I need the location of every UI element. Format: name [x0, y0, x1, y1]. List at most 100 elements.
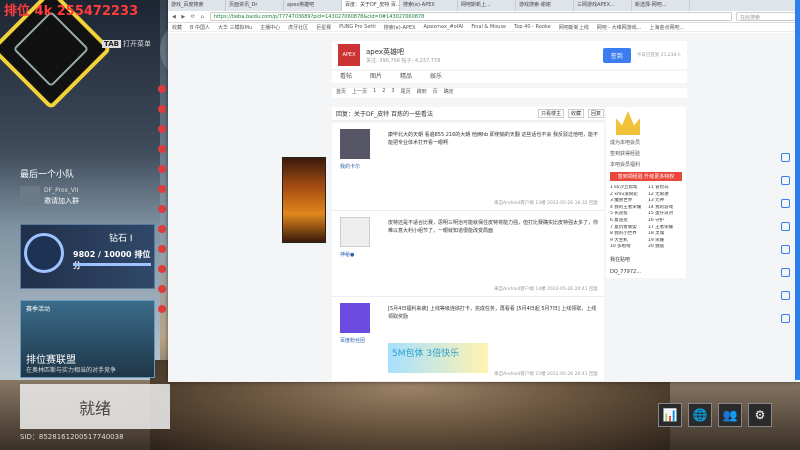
util-icon[interactable] [780, 245, 790, 254]
ranking-item[interactable]: 8 我的小世界 [610, 231, 644, 238]
bookmark-item[interactable]: B 中国人 [190, 24, 210, 31]
pager-item[interactable]: 确定 [444, 88, 454, 98]
browser-tab[interactable]: 新选择-网吧... [632, 0, 690, 11]
util-icon[interactable] [780, 291, 790, 300]
forum-tab[interactable]: 图片 [370, 71, 382, 83]
ranking-item[interactable]: 15 蛋仔派对 [648, 211, 682, 218]
forum-logo[interactable]: APEX [338, 44, 360, 66]
bookmark-item[interactable]: Top 40 - Rooke [514, 24, 551, 30]
ranking-item[interactable]: 6 夏迪龙 [610, 218, 644, 225]
floating-ad[interactable] [282, 157, 326, 243]
pager-item[interactable]: 3 [391, 88, 394, 98]
level-up-button[interactable]: 签到领经验 升级更多特权 [610, 172, 682, 181]
browser-tab[interactable]: 百度：关于DF_皮特 百... [342, 0, 400, 11]
bookmark-item[interactable]: 虎牙社区 [288, 24, 308, 31]
ranking-item[interactable]: 14 我的游戏 [648, 205, 682, 212]
browser-tab[interactable]: apex英雄吧 [284, 0, 342, 11]
browser-tab[interactable]: 搜索(e)-APEX [400, 0, 458, 11]
forum-tab[interactable]: 精品 [400, 71, 412, 83]
toolbar-dot-icon[interactable] [158, 285, 166, 293]
toolbar-dot-icon[interactable] [158, 185, 166, 193]
nav-icons[interactable]: ◀ ▶ ⟳ ⌂ [172, 14, 206, 20]
util-icon[interactable] [780, 199, 790, 208]
ranking-item[interactable]: 18 灵魂 [648, 231, 682, 238]
post-username[interactable]: 神秘● [340, 251, 354, 258]
my-forum-user[interactable]: DQ_77972... [606, 266, 686, 278]
forum-tab[interactable]: 娱乐 [430, 71, 442, 83]
bookmark-item[interactable]: 收藏 [172, 24, 182, 31]
sidebar-link[interactable]: 本吧会员福利 [606, 159, 686, 170]
browser-tab[interactable]: 三网游戏APEX... [574, 0, 632, 11]
forum-name[interactable]: apex英雄吧 [366, 47, 440, 57]
browser-tab[interactable]: 页面资讯_Dr [226, 0, 284, 11]
browser-tab[interactable]: 游戏搜索-谢谢 [516, 0, 574, 11]
menu-icon[interactable]: 📊 [658, 403, 682, 427]
toolbar-dot-icon[interactable] [158, 165, 166, 173]
sign-in-button[interactable]: 签到 [602, 47, 631, 63]
toolbar-dot-icon[interactable] [158, 105, 166, 113]
forum-tab[interactable]: 看帖 [340, 71, 352, 83]
util-icon[interactable] [780, 222, 790, 231]
toolbar-dot-icon[interactable] [158, 125, 166, 133]
thread-action-button[interactable]: 收藏 [567, 109, 584, 118]
search-input[interactable]: 在此搜索 [736, 12, 796, 21]
url-input[interactable]: https://tieba.baidu.com/p/7774703689?pid… [209, 12, 732, 21]
ranking-item[interactable]: 1 kk沙丘帮帮 [610, 185, 644, 192]
avatar[interactable] [340, 217, 370, 247]
ranking-item[interactable]: 12 无限进 [648, 192, 682, 199]
ranking-item[interactable]: 17 王者荣耀 [648, 225, 682, 232]
bookmark-item[interactable]: 上海金点网吧... [649, 24, 684, 31]
ready-button[interactable]: 就绪 [20, 384, 170, 429]
bookmark-item[interactable]: Apexmax_#ofAl [424, 24, 464, 30]
sidebar-link[interactable]: 签到获得经验 [606, 148, 686, 159]
toolbar-dot-icon[interactable] [158, 205, 166, 213]
pager-item[interactable]: 1 [373, 88, 376, 98]
pager-item[interactable]: 上一页 [352, 88, 367, 98]
bookmark-item[interactable]: 主播中心 [260, 24, 280, 31]
browser-tab[interactable]: 游戏_百度搜索 [168, 0, 226, 11]
bookmark-item[interactable]: PUBG Pro Setti [339, 24, 376, 30]
ranking-item[interactable]: 2 xmu滚筒轮 [610, 192, 644, 199]
ranking-item[interactable]: 16 守护 [648, 218, 682, 225]
avatar[interactable] [340, 129, 370, 159]
thread-action-button[interactable]: 只看楼主 [537, 109, 564, 118]
ranking-item[interactable]: 19 荣耀 [648, 238, 682, 245]
pager-item[interactable]: 页 [433, 88, 438, 98]
ranking-item[interactable]: 9 大主机 [610, 238, 644, 245]
thread-action-button[interactable]: 回复 [587, 109, 604, 118]
squad-player[interactable]: DF_Pros_VII 邀请加入群 [20, 184, 150, 208]
post-username[interactable]: 我的卡尔 [340, 163, 360, 170]
avatar[interactable] [340, 303, 370, 333]
ranking-item[interactable]: 13 元神 [648, 198, 682, 205]
pager-item[interactable]: 尾页 [401, 88, 411, 98]
ranking-item[interactable]: 10 多啦啦 [610, 244, 644, 251]
toolbar-dot-icon[interactable] [158, 225, 166, 233]
pager-item[interactable]: 跳到 [417, 88, 427, 98]
toolbar-dot-icon[interactable] [158, 265, 166, 273]
pager-item[interactable]: 2 [382, 88, 385, 98]
bookmark-item[interactable]: 巨星赛 [316, 24, 331, 31]
menu-icon[interactable]: ⚙ [748, 403, 772, 427]
post-username[interactable]: 百度粉丝团 [340, 337, 365, 344]
ranking-item[interactable]: 3 魔兽世界 [610, 198, 644, 205]
ranking-item[interactable]: 20 独居 [648, 244, 682, 251]
ranking-item[interactable]: 11 冒险岛 [648, 185, 682, 192]
bookmark-item[interactable]: 网吧 - 大维网游戏... [597, 24, 642, 31]
ranking-item[interactable]: 4 我的王者荣耀 [610, 205, 644, 212]
toolbar-dot-icon[interactable] [158, 145, 166, 153]
ranking-item[interactable]: 5 长途客 [610, 211, 644, 218]
invite-button[interactable]: 邀请加入群 [44, 196, 79, 206]
ad-banner[interactable]: 5M包体 3倍快乐 [388, 343, 488, 373]
toolbar-dot-icon[interactable] [158, 85, 166, 93]
toolbar-dot-icon[interactable] [158, 245, 166, 253]
bookmark-item[interactable]: Final & Mouse [471, 24, 506, 30]
bookmark-item[interactable]: 搜索(e)-APEX [384, 24, 416, 31]
rank-card[interactable]: 钻石 I 9802 / 10000 排位分 [20, 224, 155, 289]
pager-item[interactable]: 首页 [336, 88, 346, 98]
promo-card[interactable]: 赛季活动 排位赛联盟 在奥林匹斯与实力相当的对手竞争 [20, 300, 155, 378]
util-icon[interactable] [780, 153, 790, 162]
ranking-item[interactable]: 7 复仇者联盟 [610, 225, 644, 232]
menu-icon[interactable]: 👥 [718, 403, 742, 427]
util-icon[interactable] [780, 176, 790, 185]
browser-tab[interactable]: 网吧斯新上... [458, 0, 516, 11]
